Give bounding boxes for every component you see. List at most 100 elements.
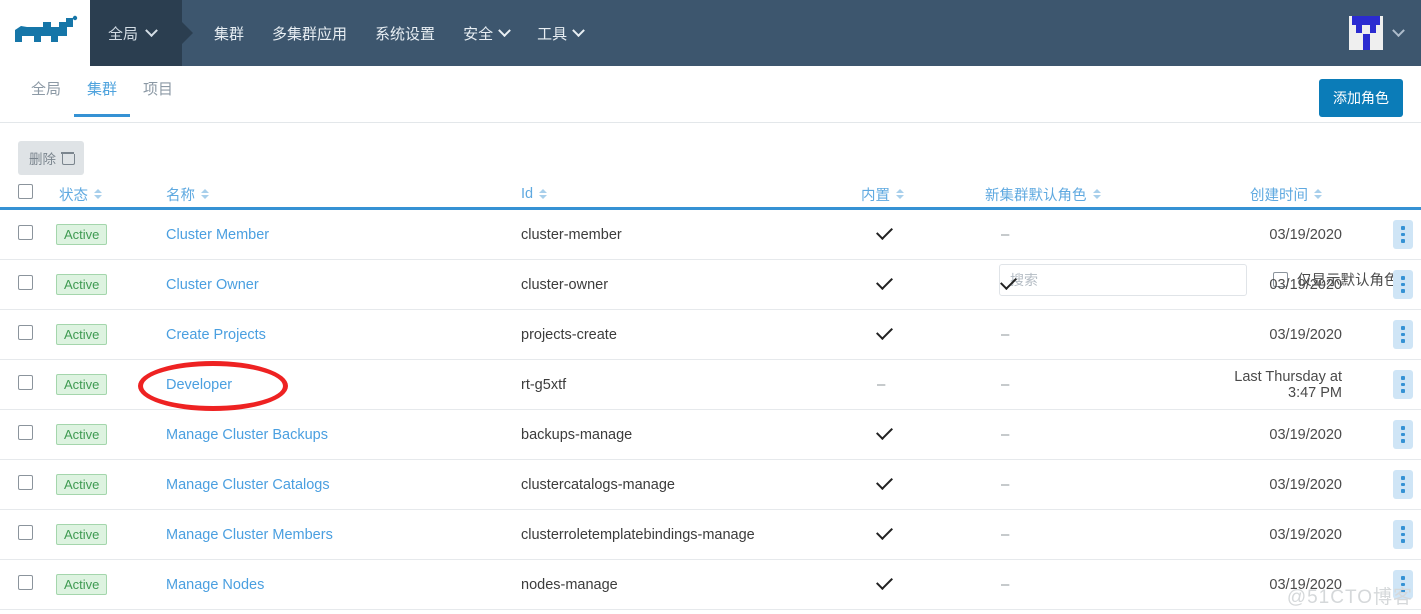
nav-item-multicluster-apps[interactable]: 多集群应用: [258, 0, 361, 66]
row-default-cell: –: [980, 376, 1220, 393]
builtin-check-icon: [876, 322, 893, 340]
row-checkbox-icon[interactable]: [18, 575, 33, 590]
row-checkbox-icon[interactable]: [18, 475, 33, 490]
row-state-cell: Active: [40, 374, 165, 395]
sort-icon: [94, 189, 102, 199]
row-actions-cell: [1380, 420, 1421, 449]
row-actions-menu-icon[interactable]: [1393, 320, 1413, 349]
nav-item-label: 多集群应用: [272, 25, 348, 43]
row-created-cell: 03/19/2020: [1269, 226, 1342, 243]
row-select-cell[interactable]: [18, 225, 40, 244]
user-menu[interactable]: [1349, 0, 1421, 66]
table-row[interactable]: Active Manage Cluster Backups backups-mana…: [0, 410, 1421, 460]
row-state-cell: Active: [40, 474, 165, 495]
row-select-cell[interactable]: [18, 425, 40, 444]
row-id-cell: projects-create: [521, 326, 617, 343]
table-row[interactable]: Active Cluster Member cluster-member – 03/19…: [0, 210, 1421, 260]
global-scope-dropdown[interactable]: 全局: [90, 0, 194, 66]
select-all-cell[interactable]: [18, 184, 40, 204]
column-header-id[interactable]: Id: [513, 186, 858, 202]
builtin-check-icon: [876, 272, 893, 290]
tab-global[interactable]: 全局: [18, 78, 74, 117]
column-header-state[interactable]: 状态: [40, 184, 165, 205]
rancher-logo[interactable]: [0, 0, 90, 66]
tab-project[interactable]: 项目: [130, 78, 186, 117]
delete-button[interactable]: 删除: [18, 141, 84, 175]
status-badge: Active: [56, 224, 108, 245]
table-row[interactable]: Active Developer rt-g5xtf – – Last Thursday a…: [0, 360, 1421, 410]
row-checkbox-icon[interactable]: [18, 425, 33, 440]
row-builtin-cell: [858, 222, 980, 243]
row-actions-menu-icon[interactable]: [1393, 520, 1413, 549]
status-badge: Active: [56, 474, 108, 495]
global-scope-label: 全局: [108, 25, 139, 43]
row-name-cell: Manage Cluster Members: [165, 527, 513, 543]
column-header-default-role[interactable]: 新集群默认角色: [980, 184, 1220, 205]
row-id-cell: cluster-member: [521, 226, 622, 243]
role-name-link[interactable]: Create Projects: [166, 327, 266, 343]
table-row[interactable]: Active Cluster Owner cluster-owner 03/19/20…: [0, 260, 1421, 310]
row-select-cell[interactable]: [18, 375, 40, 394]
row-id-cell: backups-manage: [521, 426, 633, 443]
table-row[interactable]: Active Manage Cluster Catalogs clustercata…: [0, 460, 1421, 510]
nav-item-tools[interactable]: 工具: [523, 0, 597, 66]
role-name-link[interactable]: Manage Cluster Members: [166, 527, 333, 543]
column-header-created[interactable]: 创建时间: [1220, 184, 1380, 205]
tab-cluster[interactable]: 集群: [74, 78, 131, 117]
row-select-cell[interactable]: [18, 275, 40, 294]
row-select-cell[interactable]: [18, 525, 40, 544]
row-name-cell: Cluster Owner: [165, 277, 513, 293]
role-name-link[interactable]: Developer: [166, 377, 232, 393]
row-checkbox-icon[interactable]: [18, 225, 33, 240]
row-actions-cell: [1380, 520, 1421, 549]
select-all-checkbox-icon[interactable]: [18, 184, 33, 199]
row-checkbox-icon[interactable]: [18, 275, 33, 290]
role-name-link[interactable]: Manage Cluster Backups: [166, 427, 328, 443]
sort-icon: [1092, 189, 1101, 199]
table-row[interactable]: Active Manage Cluster Members clusterrolet…: [0, 510, 1421, 560]
column-header-label: 新集群默认角色: [985, 187, 1087, 204]
sort-icon: [201, 189, 209, 199]
role-name-link[interactable]: Manage Nodes: [166, 577, 264, 593]
row-default-cell: –: [980, 526, 1220, 543]
add-role-button[interactable]: 添加角色: [1319, 79, 1403, 117]
role-name-link[interactable]: Manage Cluster Catalogs: [166, 477, 330, 493]
column-header-label: 状态: [59, 187, 88, 204]
row-builtin-cell: –: [858, 376, 980, 393]
builtin-check-icon: [876, 522, 893, 540]
row-actions-menu-icon[interactable]: [1393, 220, 1413, 249]
table-row[interactable]: Active Manage Nodes nodes-manage –03/19/202…: [0, 560, 1421, 610]
nav-item-system-settings[interactable]: 系统设置: [361, 0, 449, 66]
row-state-cell: Active: [40, 224, 165, 245]
row-name-cell: Manage Nodes: [165, 577, 513, 593]
row-select-cell[interactable]: [18, 325, 40, 344]
column-header-label: Id: [521, 186, 534, 202]
row-created-cell: 03/19/2020: [1269, 326, 1342, 343]
default-dash-icon: –: [1001, 426, 1010, 443]
row-default-cell: –: [980, 426, 1220, 443]
row-actions-menu-icon[interactable]: [1393, 270, 1413, 299]
chevron-down-icon: [498, 23, 511, 37]
column-header-builtin[interactable]: 内置: [858, 184, 980, 205]
row-checkbox-icon[interactable]: [18, 375, 33, 390]
row-actions-menu-icon[interactable]: [1393, 420, 1413, 449]
default-check-icon: [1000, 272, 1017, 290]
avatar: [1349, 16, 1383, 50]
nav-item-security[interactable]: 安全: [449, 0, 523, 66]
row-state-cell: Active: [40, 574, 165, 595]
table-row[interactable]: Active Create Projects projects-create – 03/…: [0, 310, 1421, 360]
row-id-cell: clusterroletemplatebindings-manage: [521, 526, 755, 543]
role-name-link[interactable]: Cluster Owner: [166, 277, 259, 293]
row-checkbox-icon[interactable]: [18, 525, 33, 540]
row-actions-menu-icon[interactable]: [1393, 470, 1413, 499]
builtin-check-icon: [876, 422, 893, 440]
nav-item-clusters[interactable]: 集群: [200, 0, 258, 66]
row-select-cell[interactable]: [18, 475, 40, 494]
row-checkbox-icon[interactable]: [18, 325, 33, 340]
role-name-link[interactable]: Cluster Member: [166, 227, 269, 243]
row-actions-menu-icon[interactable]: [1393, 370, 1413, 399]
table-toolbar: 删除 仅显示默认角色: [0, 123, 1421, 296]
row-select-cell[interactable]: [18, 575, 40, 594]
row-created-cell: 03/19/2020: [1269, 526, 1342, 543]
column-header-name[interactable]: 名称: [165, 184, 513, 205]
